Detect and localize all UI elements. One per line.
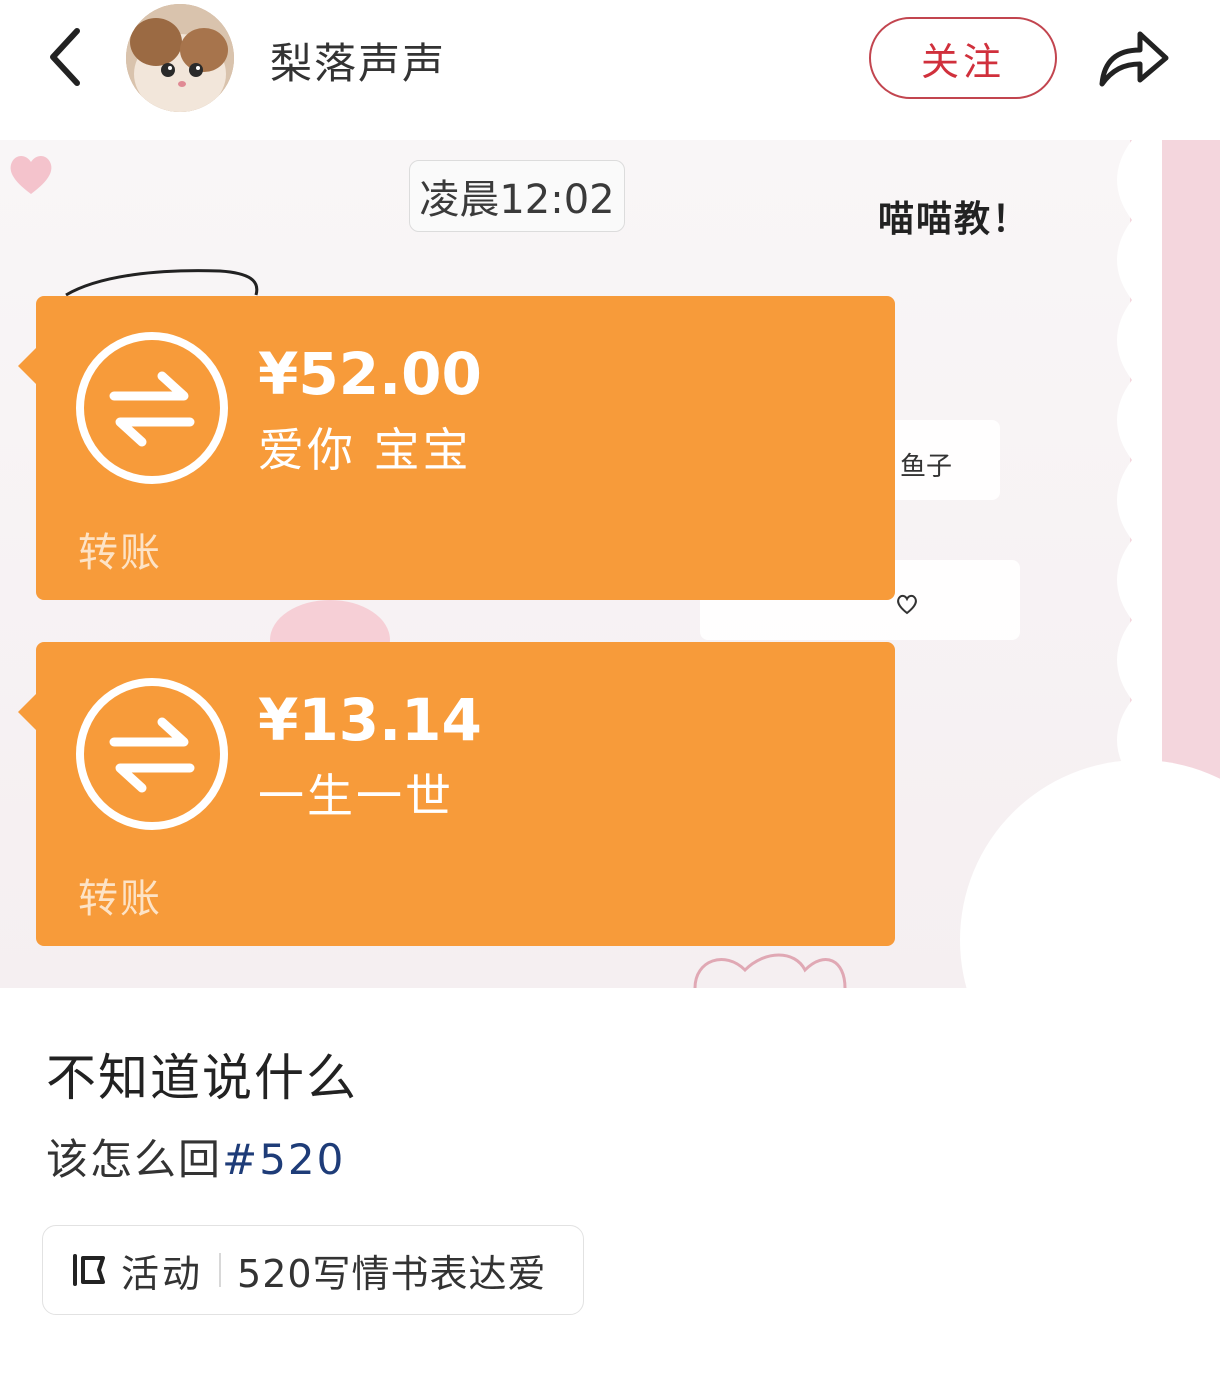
activity-title: 520写情书表达爱 [237,1251,547,1296]
divider [219,1253,222,1287]
activity-label: 活动 [121,1251,204,1296]
heart-outline-icon [897,594,917,615]
sticker-text: 喵喵教！ [878,199,1031,240]
transfer-message[interactable]: ¥52.00 爱你 宝宝 转账 [18,296,895,600]
cat-avatar-image [126,4,234,112]
message-timestamp: 凌晨12:02 [409,160,625,232]
activity-icon [73,1254,105,1286]
transfer-note: 爱你 宝宝 [258,423,472,477]
post-image[interactable]: 鱼子 凌晨12:02 喵喵教！ ¥52.00 爱你 宝宝 转账 ¥13.14 一… [0,140,1220,988]
back-button[interactable] [30,22,100,92]
share-icon [1099,31,1169,87]
share-button[interactable] [1096,22,1172,92]
transfer-amount: ¥52.00 [258,340,482,408]
transfer-note: 一生一世 [258,769,454,823]
transfer-icon [76,678,228,830]
post-body: 该怎么回#520 [46,1126,345,1187]
author-avatar[interactable] [126,4,234,112]
transfer-icon [76,332,228,484]
transfer-amount: ¥13.14 [258,686,482,754]
chevron-left-icon [50,28,80,86]
post-body-text: 该怎么回 [46,1135,223,1184]
author-name[interactable]: 梨落声声 [270,30,446,91]
bow-decoration [693,953,847,988]
post-header: 梨落声声 关注 [0,0,1220,140]
chat-card-text: 鱼子 [900,452,953,482]
follow-button[interactable]: 关注 [869,17,1057,99]
transfer-message[interactable]: ¥13.14 一生一世 转账 [18,642,895,946]
transfer-label: 转账 [78,876,162,922]
heart-icon [10,156,52,194]
hashtag-link[interactable]: #520 [222,1135,345,1184]
activity-tag[interactable]: 活动 520写情书表达爱 [42,1225,584,1315]
post-title: 不知道说什么 [46,1049,358,1107]
transfer-label: 转账 [78,530,162,576]
